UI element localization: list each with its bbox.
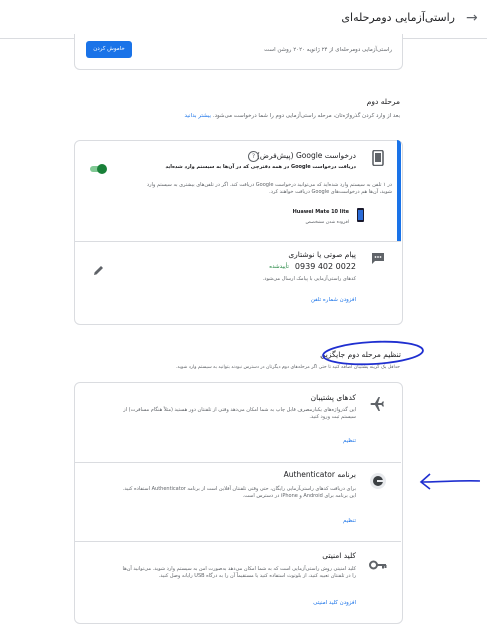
- phone-icon: [370, 150, 386, 166]
- hand-drawn-arrow-annotation: [419, 473, 481, 490]
- second-step-heading: مرحله دوم: [366, 97, 400, 106]
- authenticator-description: برای دریافت کدهای راستی‌آزمایی رایگان، ح…: [122, 486, 356, 499]
- airplane-icon: [370, 396, 386, 412]
- message-icon: [371, 250, 385, 264]
- authenticator-setup-link[interactable]: تنظیم: [343, 518, 356, 524]
- sms-description: کدهای راستی‌آزمایی با پیامک ارسال می‌شود…: [262, 276, 356, 282]
- backup-codes-description: این گذرواژه‌های یکبارمصرف قابل چاپ به شم…: [123, 407, 356, 420]
- turn-off-button[interactable]: خاموش کردن: [86, 41, 132, 58]
- alt-section-description: حداقل یک گزینه پشتیبان اضافه کنید تا حتی…: [175, 365, 400, 370]
- device-phone-icon: [357, 208, 364, 222]
- verified-badge: تأییدشده: [269, 264, 289, 270]
- google-prompt-subtitle: دریافت درخواست Google در همه دفترچی که د…: [165, 164, 356, 170]
- add-security-key-link[interactable]: افزودن کلید امنیتی: [313, 600, 356, 606]
- authenticator-title: برنامه Authenticator: [283, 470, 356, 479]
- security-key-description: کلید امنیتی روش راستی‌آزمایی است که به ش…: [122, 566, 356, 579]
- sms-phone-number: 0939 402 0022: [294, 262, 356, 271]
- second-step-description: بعد از وارد کردن گذرواژه‌تان، مرحله راست…: [184, 113, 400, 119]
- status-description: راستی‌آزمایی دومرحله‌ای از ۲۴ ژانویه ۲۰۲…: [264, 47, 392, 53]
- device-note: افزوده شدن مشخصص: [305, 220, 349, 225]
- sms-phone-row: 0939 402 0022 تأییدشده: [269, 262, 356, 273]
- edit-pencil-icon[interactable]: [92, 261, 104, 275]
- learn-more-link[interactable]: بیشتر بدانید: [185, 113, 212, 119]
- question-circle-icon[interactable]: ?: [248, 151, 259, 162]
- key-icon: [369, 556, 387, 570]
- google-prompt-description: در ۱ تلفن به سیستم وارد شده‌اید که می‌تو…: [146, 182, 392, 195]
- alt-divider-1: [75, 462, 401, 463]
- security-key-title: کلید امنیتی: [322, 551, 356, 560]
- back-arrow-icon[interactable]: →: [466, 10, 478, 26]
- add-phone-link[interactable]: افزودن شماره تلفن: [311, 297, 356, 303]
- google-prompt-toggle[interactable]: [88, 164, 108, 174]
- alt-divider-2: [75, 541, 401, 542]
- hand-drawn-circle-annotation: [322, 340, 424, 366]
- page-title: راستی‌آزمایی دومرحله‌ای: [341, 11, 455, 24]
- device-name: Huawei Mate 10 lite: [292, 209, 349, 215]
- card-divider: [75, 241, 401, 242]
- selected-indicator: [397, 140, 401, 241]
- backup-codes-title: کدهای پشتیبان: [310, 393, 356, 402]
- google-prompt-title: درخواست Google (پیش‌فرض): [257, 151, 356, 160]
- authenticator-icon: [370, 473, 386, 489]
- backup-codes-setup-link[interactable]: تنظیم: [343, 438, 356, 444]
- sms-title: پیام صوتی یا نوشتاری: [288, 250, 356, 259]
